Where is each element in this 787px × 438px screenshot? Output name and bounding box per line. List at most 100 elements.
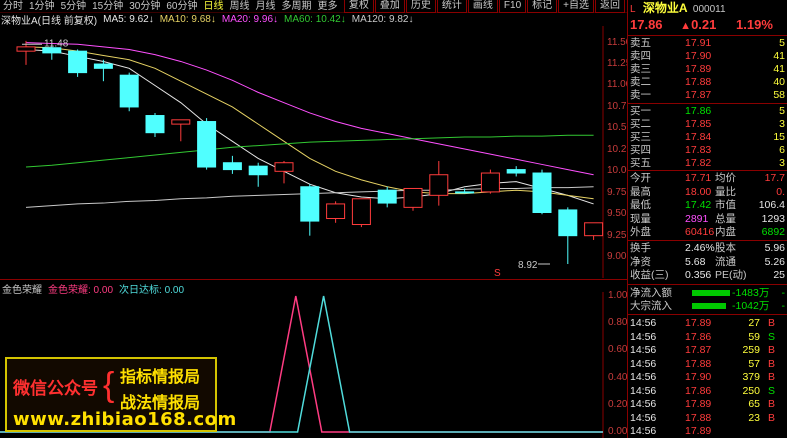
tick-price: 17.87 [685,344,712,356]
tool-button-8[interactable]: 返回 [595,0,625,13]
ask-row: 卖三 17.89 41 [630,63,787,75]
candle-body [300,186,320,222]
period-tab-3[interactable]: 15分钟 [89,0,126,13]
candle-body [119,74,139,108]
stat-label: 市值 [715,199,736,211]
tick-price: 17.86 [685,330,712,343]
ask-volume: 41 [773,63,785,75]
period-tab-5[interactable]: 60分钟 [163,0,200,13]
stock-code: 000011 [692,4,726,15]
high-annotation: 11.48 [44,38,69,49]
period-tab-9[interactable]: 多周期 [279,0,315,13]
bid-volume: 3 [779,157,785,169]
ask-label: 卖三 [630,63,651,75]
ask-label: 卖二 [630,76,651,88]
tick-price: 17.89 [685,425,712,437]
price-pct: 1.19 [736,17,762,32]
tick-price: 17.89 [685,398,712,410]
tool-button-1[interactable]: 叠加 [374,0,405,13]
candle-body [351,198,371,226]
tick-row: 14:56 17.90 379 B [630,371,787,383]
quote-panel: L 深物业A 000011 17.86 ▲0.21 1.19% 卖五 17.91 5… [627,0,787,438]
candle-body [532,172,552,214]
price-tick: 9.25 [607,229,627,241]
ask-row: 卖一 17.87 58 [630,89,787,101]
tick-side: S [768,330,776,343]
indicator-tick: 0.60 [608,344,628,356]
tool-button-4[interactable]: 画线 [467,0,498,13]
stat-label: 均价 [715,172,736,184]
stock-title: 深物业A(日线 前复权) [1,16,98,27]
tool-button-5[interactable]: F10 [498,0,527,13]
tick-volume: 250 [742,384,760,397]
stat-row: 外盘 60416 内盘 6892 [630,226,787,238]
ask-price: 17.90 [685,50,712,62]
stat-value: 1293 [761,212,785,225]
tool-button-2[interactable]: 历史 [405,0,436,13]
bid-row: 买二 17.85 3 [630,118,787,130]
stat-label: 现量 [630,212,651,225]
bid-price: 17.85 [685,118,712,130]
ma-arrow-icon-4: ↓ [408,14,414,25]
tick-price: 17.88 [685,411,712,424]
tick-volume: 65 [748,398,760,410]
watermark-line1: 微信公众号 [13,379,98,399]
tool-button-0[interactable]: 复权 [343,0,374,13]
candle-body [248,165,268,176]
candlestick-chart[interactable]: 11.48 8.92 S [0,26,627,278]
fund-value: 5.68 [685,255,706,268]
stat-label: 外盘 [630,226,651,238]
candle-body [480,172,500,193]
period-tab-4[interactable]: 30分钟 [126,0,163,13]
tick-row: 14:56 17.89 27 B [630,317,787,329]
ask-row: 卖二 17.88 40 [630,76,787,88]
tool-button-3[interactable]: 统计 [436,0,467,13]
stat-row: 最高 18.00 量比 0. [630,186,787,198]
tool-button-6[interactable]: 标记 [527,0,558,13]
stat-value: 2891 [685,212,709,225]
bid-label: 买一 [630,105,651,117]
fund-label: 收益(三) [630,269,669,281]
bid-volume: 6 [779,144,785,156]
tick-time: 14:56 [630,398,657,410]
ask-row: 卖五 17.91 5 [630,37,787,49]
stat-label: 今开 [630,172,651,184]
period-tab-6[interactable]: 日线 [201,0,227,13]
fund-value: 5.96 [764,242,785,254]
tick-row: 14:56 17.88 57 B [630,358,787,370]
ma-label-2: MA20: 9.96 [221,14,274,25]
period-tab-1[interactable]: 1分钟 [26,0,58,13]
period-tab-7[interactable]: 周线 [227,0,253,13]
tick-price: 17.89 [685,317,712,329]
period-tab-10[interactable]: 更多 [315,0,341,13]
ma-label-1: MA10: 9.68 [159,14,211,25]
indicator-tick: 0.20 [608,398,628,410]
sell-marker: S [494,268,501,278]
quote-header: L 深物业A 000011 [630,1,726,15]
ma-arrow-icon-1: ↓ [210,14,216,25]
period-tab-8[interactable]: 月线 [253,0,279,13]
bid-volume: 3 [779,118,785,130]
period-tab-2[interactable]: 5分钟 [58,0,90,13]
ma-line-MA5 [25,48,594,205]
ask-price: 17.91 [685,37,712,49]
candle-body [377,189,397,204]
bid-row: 买三 17.84 15 [630,131,787,143]
l-icon: L [630,4,636,15]
ma-legend: 深物业A(日线 前复权) MA5: 9.62 ↓ MA10: 9.68 ↓ MA20: … [0,13,425,27]
tool-button-7[interactable]: +自选 [558,0,594,13]
stat-label: 总量 [715,212,736,225]
tick-row: 14:56 17.88 23 B [630,412,787,424]
candle-body [558,209,578,237]
fund-label: PE(动) [715,269,747,281]
ask-label: 卖一 [630,89,651,101]
period-tab-0[interactable]: 分时 [0,0,26,13]
stat-row: 现量 2891 总量 1293 [630,213,787,225]
bid-label: 买三 [630,131,651,143]
price-tick: 9.00 [607,251,627,263]
stat-label: 最高 [630,185,651,198]
ma-label-0: MA5: 9.62 [103,14,149,25]
ma-line-MA60 [25,134,594,168]
tick-side: B [768,398,776,410]
price-change: 0.21 [691,17,717,32]
